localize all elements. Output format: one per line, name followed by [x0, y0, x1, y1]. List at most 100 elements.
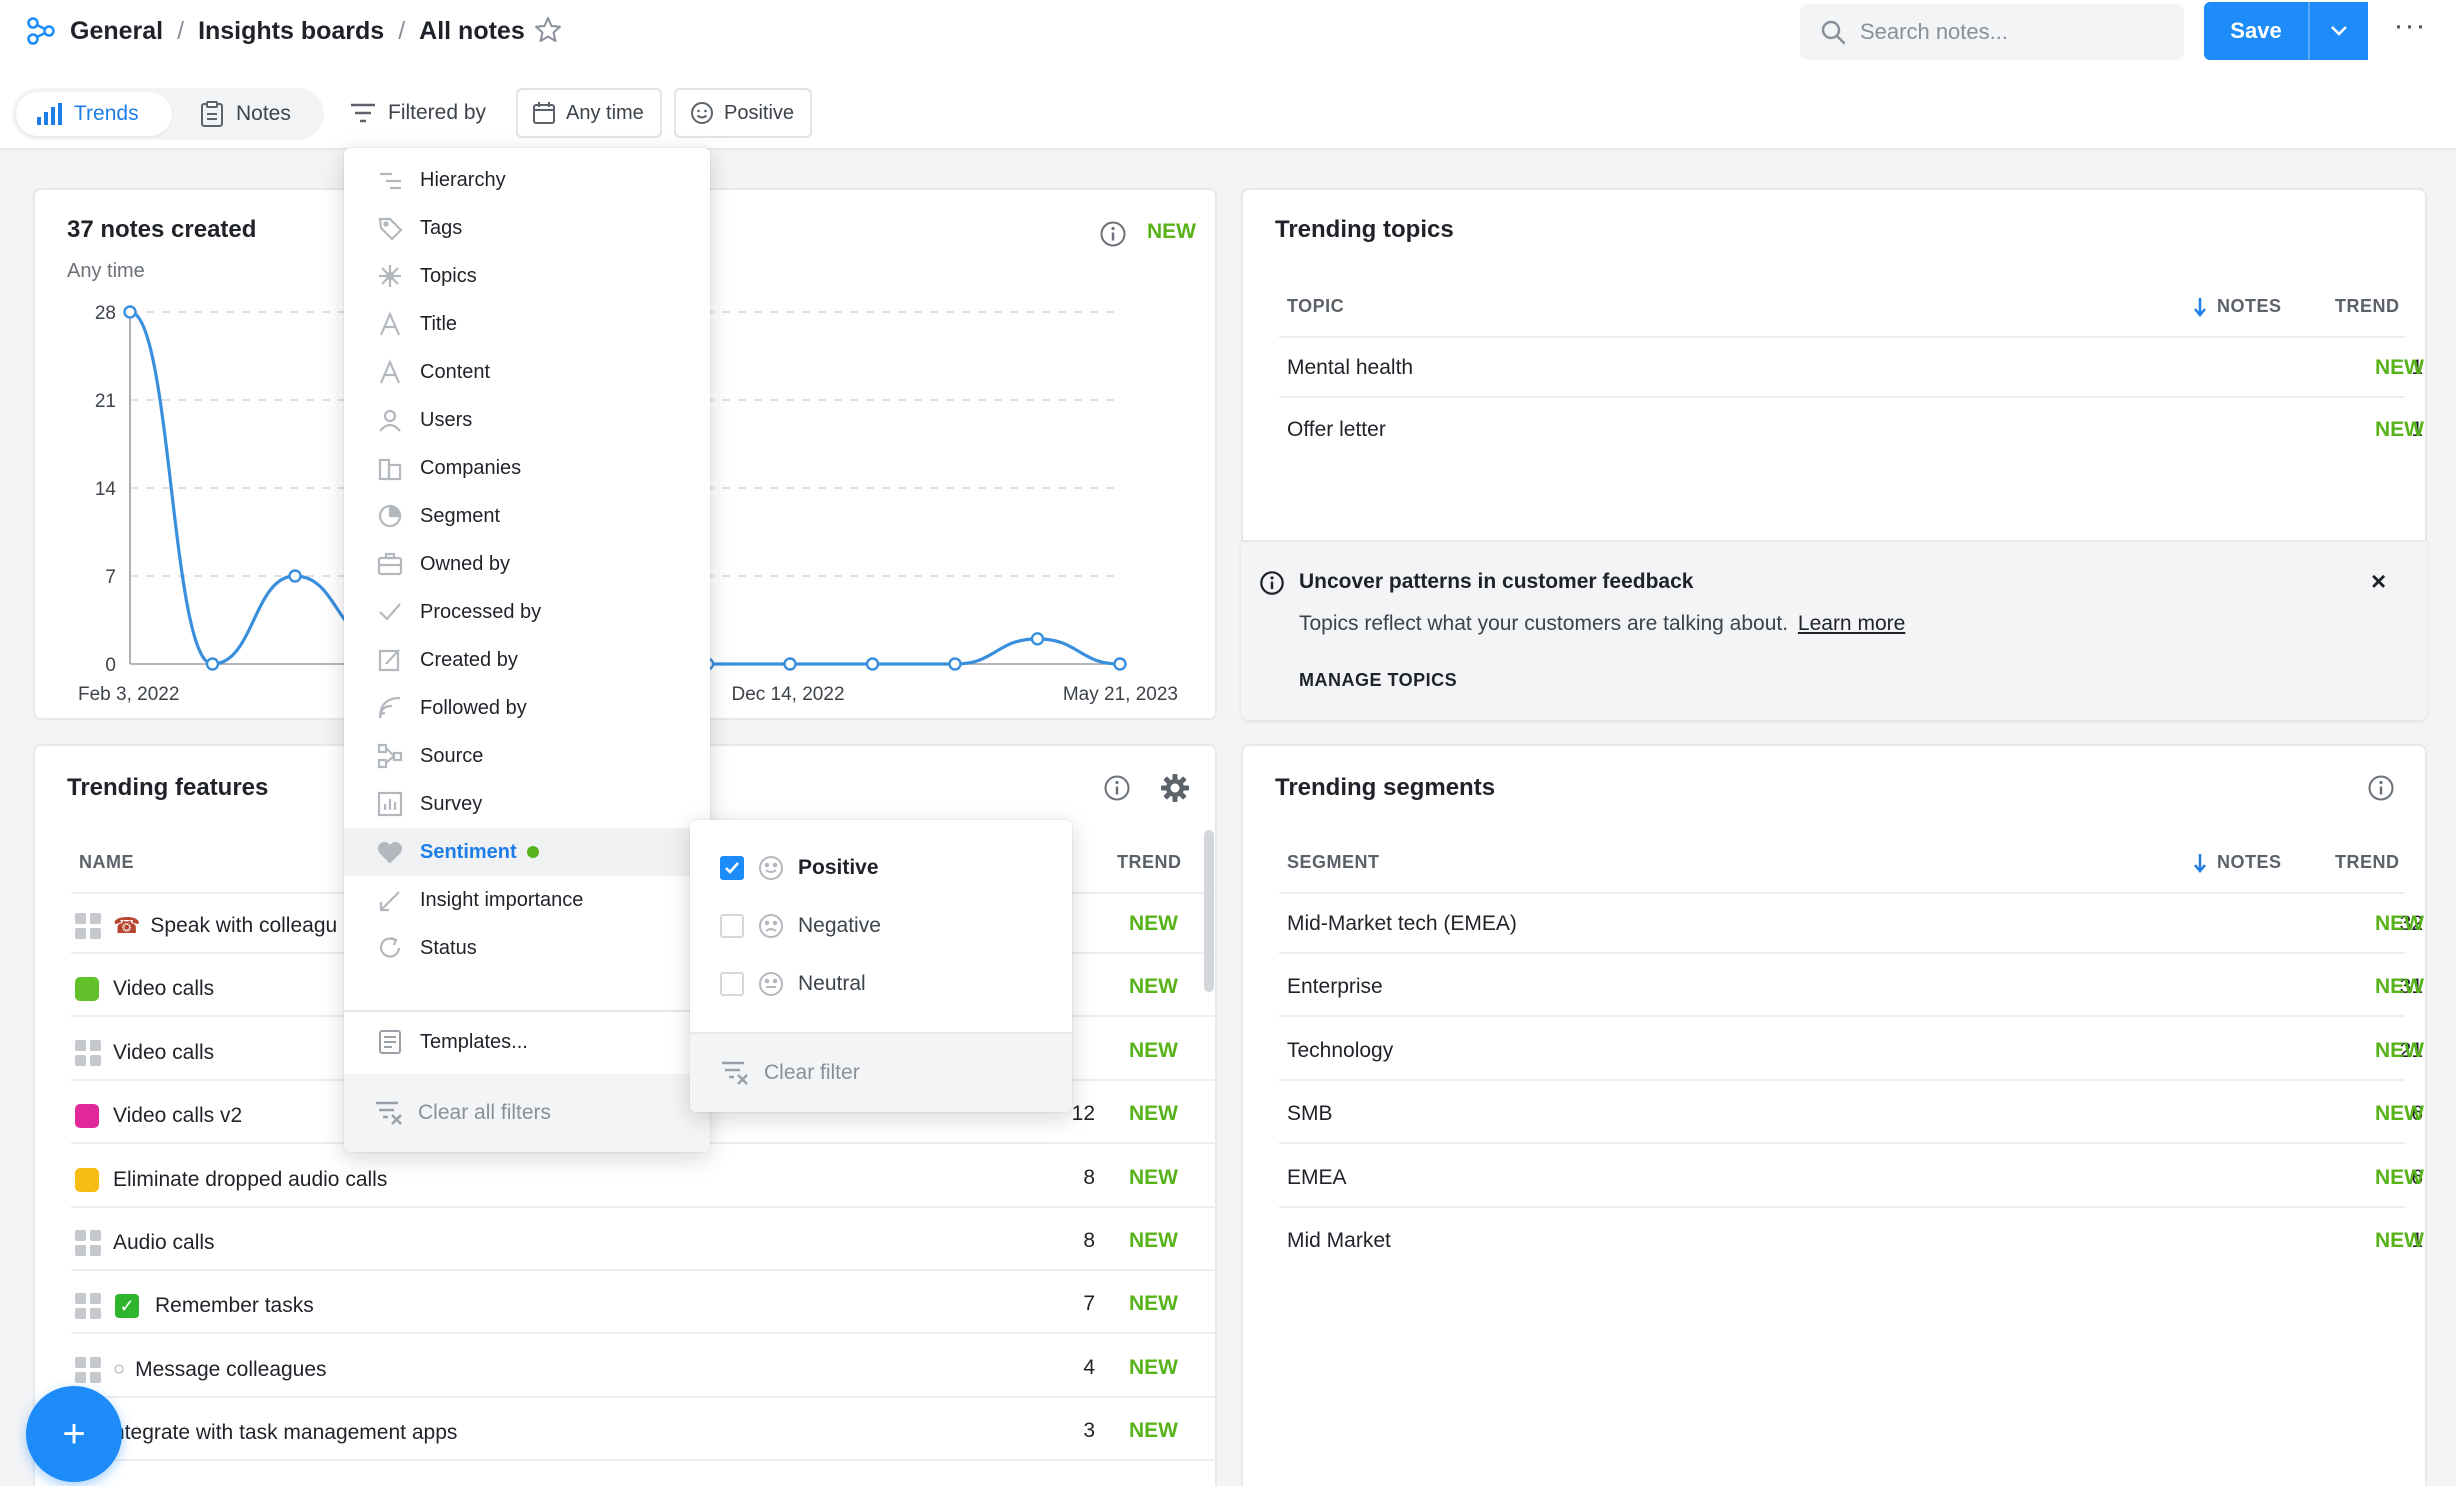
segment-name[interactable]: Technology — [1287, 1039, 1393, 1063]
filter-button[interactable]: Filtered by — [350, 96, 486, 130]
filter-menu-item-title[interactable]: Title — [344, 300, 710, 348]
clear-all-filters-button[interactable]: Clear all filters — [344, 1074, 710, 1152]
search-input[interactable] — [1860, 19, 2160, 45]
filter-menu-item-followed-by[interactable]: Followed by — [344, 684, 710, 732]
filter-menu-label: Created by — [420, 648, 518, 671]
grid-cell — [75, 1293, 86, 1305]
filter-menu-item-processed-by[interactable]: Processed by — [344, 588, 710, 636]
segment-name[interactable]: Mid-Market tech (EMEA) — [1287, 912, 1517, 936]
close-icon[interactable]: × — [2371, 566, 2386, 597]
checkbox[interactable] — [720, 972, 744, 996]
templates-label: Templates... — [420, 1030, 528, 1053]
filter-menu-item-status[interactable]: Status — [344, 924, 710, 972]
templates-menu-item[interactable]: Templates... — [344, 1018, 710, 1066]
search-icon — [1821, 20, 1846, 45]
column-header-segment[interactable]: SEGMENT — [1287, 852, 1380, 873]
learn-more-link[interactable]: Learn more — [1798, 612, 1905, 635]
sentiment-option-positive[interactable]: Positive — [720, 848, 879, 888]
tab-notes[interactable]: Notes — [180, 92, 320, 136]
clear-filter-button[interactable]: Clear filter — [690, 1032, 1072, 1112]
data-point[interactable] — [1113, 657, 1127, 671]
smile-icon — [691, 102, 713, 124]
segment-name[interactable]: Mid Market — [1287, 1229, 1391, 1253]
save-options-button[interactable] — [2308, 2, 2368, 60]
checkbox[interactable] — [720, 914, 744, 938]
user-icon — [376, 406, 404, 434]
filter-menu-item-companies[interactable]: Companies — [344, 444, 710, 492]
gear-icon[interactable] — [1159, 772, 1191, 804]
trend-badge: NEW — [1129, 912, 1178, 935]
data-point[interactable] — [948, 657, 962, 671]
grid-cell — [90, 1371, 101, 1383]
row-divider — [1279, 952, 2405, 954]
filter-menu-label: Followed by — [420, 696, 527, 719]
filter-menu-item-survey[interactable]: Survey — [344, 780, 710, 828]
filter-menu-item-segment[interactable]: Segment — [344, 492, 710, 540]
info-icon[interactable] — [1099, 220, 1127, 248]
filter-menu-item-users[interactable]: Users — [344, 396, 710, 444]
info-icon[interactable] — [2367, 774, 2395, 802]
grid-cell — [75, 1371, 86, 1383]
template-icon — [376, 1028, 404, 1056]
feature-name: Video calls — [113, 977, 215, 1001]
time-filter-chip[interactable]: Any time — [516, 88, 662, 138]
column-header-notes[interactable]: NOTES — [2193, 852, 2282, 873]
data-point[interactable] — [205, 657, 220, 671]
scrollbar[interactable] — [1204, 830, 1214, 992]
sentiment-option-neutral[interactable]: Neutral — [720, 964, 866, 1004]
segment-name[interactable]: SMB — [1287, 1102, 1333, 1126]
filter-menu-item-content[interactable]: Content — [344, 348, 710, 396]
filter-menu-item-owned-by[interactable]: Owned by — [344, 540, 710, 588]
segment-name[interactable]: EMEA — [1287, 1166, 1347, 1190]
sentiment-option-negative[interactable]: Negative — [720, 906, 881, 946]
column-header-name[interactable]: NAME — [79, 852, 134, 873]
column-header-trend[interactable]: TREND — [2335, 852, 2400, 873]
filter-menu-item-topics[interactable]: Topics — [344, 252, 710, 300]
filter-menu-item-created-by[interactable]: Created by — [344, 636, 710, 684]
grid-cell — [75, 1230, 86, 1241]
more-options-icon[interactable]: ··· — [2392, 11, 2428, 48]
checkbox[interactable] — [720, 856, 744, 880]
filter-menu-label: Hierarchy — [420, 168, 506, 191]
column-header-trend[interactable]: TREND — [1117, 852, 1182, 873]
breadcrumb-insights-boards[interactable]: Insights boards — [198, 17, 384, 46]
sentiment-option-label: Negative — [798, 914, 881, 937]
clipboard-icon — [201, 101, 223, 127]
data-point[interactable] — [288, 569, 302, 583]
info-icon[interactable] — [1103, 774, 1131, 802]
sentiment-filter-chip[interactable]: Positive — [674, 88, 812, 138]
filter-menu-item-hierarchy[interactable]: Hierarchy — [344, 156, 710, 204]
topic-name[interactable]: Offer letter — [1287, 418, 1386, 442]
filter-menu-item-tags[interactable]: Tags — [344, 204, 710, 252]
topic-name[interactable]: Mental health — [1287, 356, 1413, 380]
data-point[interactable] — [1030, 632, 1045, 646]
breadcrumb-general[interactable]: General — [70, 17, 163, 46]
save-label: Save — [2230, 18, 2282, 43]
trend-badge: NEW — [2375, 1229, 2424, 1252]
add-button[interactable]: + — [26, 1386, 122, 1482]
column-header-trend[interactable]: TREND — [2335, 296, 2400, 317]
search-box[interactable] — [1800, 4, 2184, 60]
feature-notes-count: 8 — [1083, 1165, 1095, 1189]
filter-menu-item-sentiment[interactable]: Sentiment — [344, 828, 710, 876]
filter-menu-item-insight-importance[interactable]: Insight importance — [344, 876, 710, 924]
row-divider — [1279, 1015, 2405, 1018]
trend-badge: NEW — [1129, 1229, 1178, 1252]
column-header-notes[interactable]: NOTES — [2193, 296, 2282, 317]
data-point[interactable] — [123, 305, 137, 319]
tab-trends[interactable]: Trends — [16, 92, 172, 136]
card-subtitle: Any time — [67, 260, 145, 282]
sentiment-filter-label: Positive — [724, 101, 795, 124]
filter-icon — [351, 103, 375, 123]
data-point[interactable] — [783, 657, 797, 671]
star-icon[interactable] — [532, 14, 564, 46]
manage-topics-button[interactable]: MANAGE TOPICS — [1299, 670, 1457, 691]
filter-menu-item-source[interactable]: Source — [344, 732, 710, 780]
filter-menu-label: Source — [420, 744, 484, 767]
column-header-topic[interactable]: TOPIC — [1287, 296, 1344, 317]
briefcase-icon — [376, 550, 404, 578]
breadcrumb: General / Insights boards / All notes — [26, 14, 525, 48]
data-point[interactable] — [865, 657, 880, 671]
clear-filter-label: Clear filter — [764, 1061, 860, 1084]
segment-name[interactable]: Enterprise — [1287, 975, 1383, 999]
